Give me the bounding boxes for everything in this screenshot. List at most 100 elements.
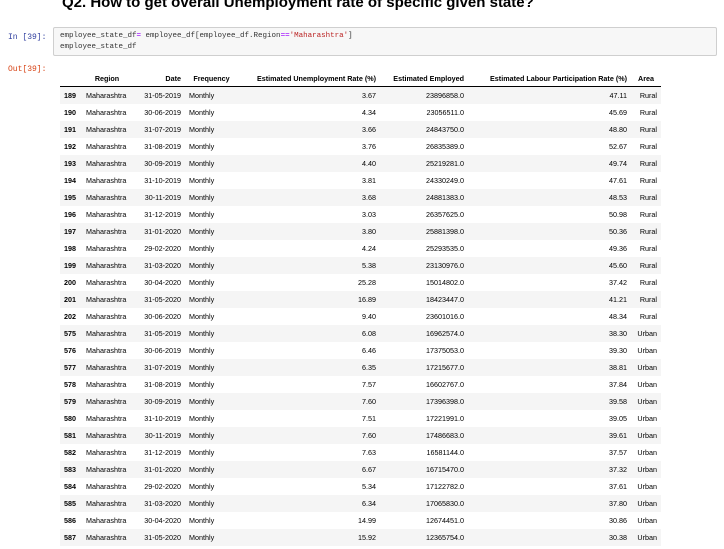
table-cell: Urban	[637, 414, 657, 423]
table-cell: Monthly	[189, 142, 215, 151]
table-row: 579 Maharashtra 30-09-2019 Monthly 7.60 17396…	[60, 393, 661, 410]
table-cell: 31-08-2019	[144, 380, 181, 389]
table-cell: Maharashtra	[86, 363, 127, 372]
table-cell: 7.51	[362, 414, 376, 423]
row-index: 581	[64, 431, 76, 440]
table-cell: 31-08-2019	[144, 142, 181, 151]
table-cell: Rural	[639, 312, 657, 321]
table-cell: Maharashtra	[86, 261, 127, 270]
row-index: 201	[64, 295, 76, 304]
row-index: 576	[64, 346, 76, 355]
table-cell: 30.38	[609, 533, 627, 542]
table-row: 201 Maharashtra 31-05-2020 Monthly 16.89 1842…	[60, 291, 661, 308]
table-cell: Monthly	[189, 227, 215, 236]
code-token: ]	[348, 32, 353, 40]
table-cell: 31-07-2019	[144, 125, 181, 134]
table-cell: 48.53	[609, 193, 627, 202]
table-row: 193 Maharashtra 30-09-2019 Monthly 4.40 25219…	[60, 155, 661, 172]
table-cell: Monthly	[189, 91, 215, 100]
table-cell: Maharashtra	[86, 448, 127, 457]
table-cell: 31-07-2019	[144, 363, 181, 372]
table-cell: Maharashtra	[86, 108, 127, 117]
table-cell: 17215677.0	[426, 363, 464, 372]
table-cell: 23601016.0	[426, 312, 464, 321]
table-cell: 16581144.0	[426, 448, 464, 457]
table-cell: 29-02-2020	[144, 244, 181, 253]
table-cell: Monthly	[189, 193, 215, 202]
table-cell: 6.46	[362, 346, 376, 355]
table-cell: 18423447.0	[426, 295, 464, 304]
table-cell: 3.76	[362, 142, 376, 151]
table-cell: 49.36	[609, 244, 627, 253]
table-cell: Monthly	[189, 482, 215, 491]
table-cell: 26357625.0	[426, 210, 464, 219]
row-index: 199	[64, 261, 76, 270]
table-row: 195 Maharashtra 30-11-2019 Monthly 3.68 24881…	[60, 189, 661, 206]
column-header	[60, 70, 82, 87]
row-index: 200	[64, 278, 76, 287]
table-row: 200 Maharashtra 30-04-2020 Monthly 25.28 1501…	[60, 274, 661, 291]
table-cell: 7.60	[362, 397, 376, 406]
table-cell: 3.03	[362, 210, 376, 219]
table-cell: Maharashtra	[86, 533, 127, 542]
output-area: Region Date Frequency Estimated Unemploymen…	[60, 70, 661, 546]
table-cell: 48.80	[609, 125, 627, 134]
row-index: 195	[64, 193, 76, 202]
section-heading: Q2. How to get overall Unemployment rate…	[62, 0, 534, 11]
column-header: Area	[631, 70, 661, 87]
table-cell: 31-05-2019	[144, 91, 181, 100]
code-token: employee_df[employee_df.Region	[141, 32, 281, 40]
table-cell: 37.80	[609, 499, 627, 508]
table-row: 202 Maharashtra 30-06-2020 Monthly 9.40 23601…	[60, 308, 661, 325]
table-cell: 30-04-2020	[144, 278, 181, 287]
row-index: 583	[64, 465, 76, 474]
table-cell: Monthly	[189, 210, 215, 219]
table-cell: 45.60	[609, 261, 627, 270]
table-cell: 17486683.0	[426, 431, 464, 440]
table-cell: Maharashtra	[86, 431, 127, 440]
table-cell: 37.57	[609, 448, 627, 457]
table-row: 580 Maharashtra 31-10-2019 Monthly 7.51 17221…	[60, 410, 661, 427]
table-cell: 38.81	[609, 363, 627, 372]
table-cell: Monthly	[189, 431, 215, 440]
code-line: employee_state_df	[60, 43, 137, 51]
table-cell: Maharashtra	[86, 482, 127, 491]
table-row: 189 Maharashtra 31-05-2019 Monthly 3.67 23896…	[60, 86, 661, 104]
table-cell: 47.11	[609, 91, 627, 100]
table-cell: Maharashtra	[86, 380, 127, 389]
column-header: Date	[132, 70, 185, 87]
code-string: 'Maharashtra'	[289, 32, 349, 40]
row-index: 193	[64, 159, 76, 168]
table-cell: 38.30	[609, 329, 627, 338]
table-cell: 17065830.0	[426, 499, 464, 508]
table-cell: Maharashtra	[86, 397, 127, 406]
table-row: 587 Maharashtra 31-05-2020 Monthly 15.92 1236…	[60, 529, 661, 546]
row-index: 196	[64, 210, 76, 219]
table-cell: 3.81	[362, 176, 376, 185]
table-cell: 37.84	[609, 380, 627, 389]
code-cell[interactable]: employee_state_df= employee_df[employee_…	[53, 27, 717, 56]
table-cell: 31-10-2019	[144, 176, 181, 185]
table-cell: 30-11-2019	[144, 431, 181, 440]
table-row: 199 Maharashtra 31-03-2020 Monthly 5.38 23130…	[60, 257, 661, 274]
table-cell: 5.38	[362, 261, 376, 270]
row-index: 578	[64, 380, 76, 389]
table-cell: 25219281.0	[426, 159, 464, 168]
table-cell: 25293535.0	[426, 244, 464, 253]
row-index: 194	[64, 176, 76, 185]
row-index: 192	[64, 142, 76, 151]
table-cell: 41.21	[609, 295, 627, 304]
table-cell: Urban	[637, 482, 657, 491]
table-cell: 6.08	[362, 329, 376, 338]
table-cell: 31-12-2019	[144, 448, 181, 457]
table-cell: 6.35	[362, 363, 376, 372]
table-cell: 30-09-2019	[144, 397, 181, 406]
table-cell: 37.32	[609, 465, 627, 474]
table-cell: 30-06-2019	[144, 108, 181, 117]
table-cell: Monthly	[189, 312, 215, 321]
table-cell: Monthly	[189, 176, 215, 185]
table-cell: 31-05-2020	[144, 533, 181, 542]
table-cell: 29-02-2020	[144, 482, 181, 491]
table-cell: 7.60	[362, 431, 376, 440]
table-cell: 16962574.0	[426, 329, 464, 338]
